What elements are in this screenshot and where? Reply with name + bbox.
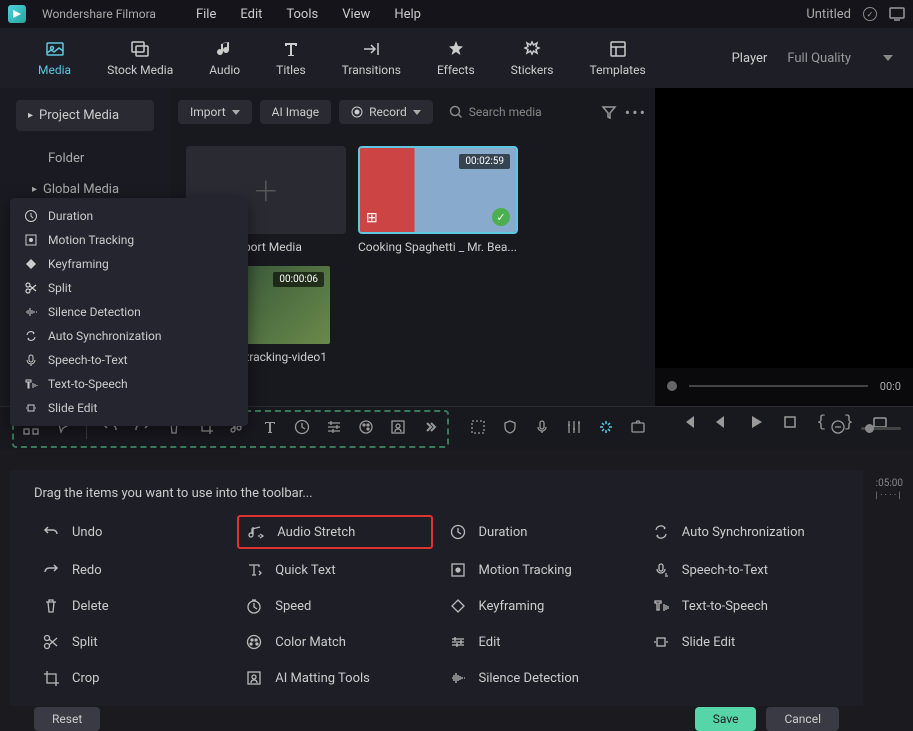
quality-dropdown[interactable]: Full Quality [787,51,893,66]
ctx-motion-tracking[interactable]: Motion Tracking [10,228,248,252]
sidebar-folder[interactable]: Folder [0,143,170,174]
video-type-icon: ⊞ [366,210,378,226]
ctx-slide-edit[interactable]: Slide Edit [10,396,248,420]
tab-templates[interactable]: Templates [572,31,664,85]
cust-motion-tracking[interactable]: Motion Tracking [441,555,636,585]
menu-view[interactable]: View [342,7,370,22]
cust-text-to-speech[interactable]: Text-to-Speech [644,591,839,621]
customize-toolbar-panel: Drag the items you want to use into the … [10,470,863,706]
cust-quick-text[interactable]: Quick Text [237,555,432,585]
cust-edit[interactable]: Edit [441,627,636,657]
timeline-time-marker: :05:00| · · · · | [876,478,903,501]
tab-audio[interactable]: Audio [191,31,258,85]
cust-slide-edit[interactable]: Slide Edit [644,627,839,657]
tl-auto-icon[interactable] [597,418,615,440]
ctx-duration[interactable]: Duration [10,204,248,228]
cust-auto-sync[interactable]: Auto Synchronization [644,515,839,549]
media-toolbar: Import AI Image Record Search media ••• [170,94,655,130]
media-item-2[interactable]: 00:00:06 -tracking-video1 [186,266,639,364]
preview-panel: 00:0 { } [655,88,913,406]
tab-stock-media[interactable]: Stock Media [89,31,191,85]
play-icon[interactable] [748,414,764,430]
tl-capture-icon[interactable] [629,418,647,440]
ctx-text-to-speech[interactable]: Text-to-Speech [10,372,248,396]
tl-adjust-icon[interactable] [325,418,343,440]
search-media[interactable]: Search media [449,105,589,119]
plus-icon: + [255,167,278,214]
import-btn[interactable]: Import [178,100,252,124]
saved-icon: ✓ [863,7,877,21]
tab-titles[interactable]: Titles [258,31,323,85]
prev-frame-icon[interactable] [680,414,696,430]
scrub-time: 00:0 [880,380,901,393]
main-tabs: Media Stock Media Audio Titles Transitio… [0,28,913,88]
doc-name: Untitled [806,7,851,22]
tab-effects[interactable]: Effects [419,31,493,85]
mark-in-icon[interactable]: { [816,413,826,431]
cust-ai-matting[interactable]: AI Matting Tools [237,663,432,693]
menu-help[interactable]: Help [394,7,421,22]
ai-image-btn[interactable]: AI Image [260,100,331,124]
cust-redo[interactable]: Redo [34,555,229,585]
project-media-btn[interactable]: ▸Project Media [16,100,154,131]
customize-title: Drag the items you want to use into the … [34,486,839,501]
mark-out-icon[interactable]: } [844,413,854,431]
cust-audio-stretch[interactable]: Audio Stretch [237,515,432,549]
ctx-keyframing[interactable]: Keyframing [10,252,248,276]
context-menu: Duration Motion Tracking Keyframing Spli… [10,198,248,426]
tl-matting-icon[interactable] [389,418,407,440]
cust-delete[interactable]: Delete [34,591,229,621]
menu-tools[interactable]: Tools [286,7,318,22]
menu-bar: File Edit Tools View Help [196,7,421,22]
app-name: Wondershare Filmora [42,7,156,21]
tab-transitions[interactable]: Transitions [324,31,419,85]
menu-edit[interactable]: Edit [240,7,262,22]
ctx-auto-sync[interactable]: Auto Synchronization [10,324,248,348]
ctx-speech-to-text[interactable]: Speech-to-Text [10,348,248,372]
tl-color-icon[interactable] [357,418,375,440]
cust-undo[interactable]: Undo [34,515,229,549]
tl-marker-icon[interactable] [469,418,487,440]
cust-keyframing[interactable]: Keyframing [441,591,636,621]
tab-stickers[interactable]: Stickers [493,31,572,85]
more-icon[interactable]: ••• [625,103,647,122]
cust-speech-to-text[interactable]: Speech-to-Text [644,555,839,585]
ctx-split[interactable]: Split [10,276,248,300]
cust-crop[interactable]: Crop [34,663,229,693]
cust-silence-detection[interactable]: Silence Detection [441,663,636,693]
tl-mic-icon[interactable] [533,418,551,440]
scrub-playhead[interactable] [667,381,677,391]
player-label: Player [732,51,768,66]
media-item-1[interactable]: 00:02:59⊞✓ Cooking Spaghetti _ Mr. Bea..… [358,146,518,254]
tab-media[interactable]: Media [20,31,89,85]
tl-speed-icon[interactable] [293,418,311,440]
cust-split[interactable]: Split [34,627,229,657]
tl-zoom-slider[interactable] [861,427,901,430]
tl-more-icon[interactable] [421,418,439,440]
cust-duration[interactable]: Duration [441,515,636,549]
scrub-bar[interactable] [689,385,868,387]
record-btn[interactable]: Record [339,100,433,124]
titlebar: Wondershare Filmora File Edit Tools View… [0,0,913,28]
app-logo [8,5,26,23]
display-icon[interactable] [889,7,905,21]
ctx-silence-detection[interactable]: Silence Detection [10,300,248,324]
preview-video[interactable] [655,88,913,368]
tl-mixer-icon[interactable] [565,418,583,440]
tl-shield-icon[interactable] [501,418,519,440]
filter-icon[interactable] [601,104,617,120]
stop-icon[interactable] [782,414,798,430]
check-icon: ✓ [492,208,510,226]
cust-speed[interactable]: Speed [237,591,432,621]
menu-file[interactable]: File [196,7,216,22]
cust-color-match[interactable]: Color Match [237,627,432,657]
step-back-icon[interactable] [714,414,730,430]
tl-text-icon[interactable] [261,418,279,440]
